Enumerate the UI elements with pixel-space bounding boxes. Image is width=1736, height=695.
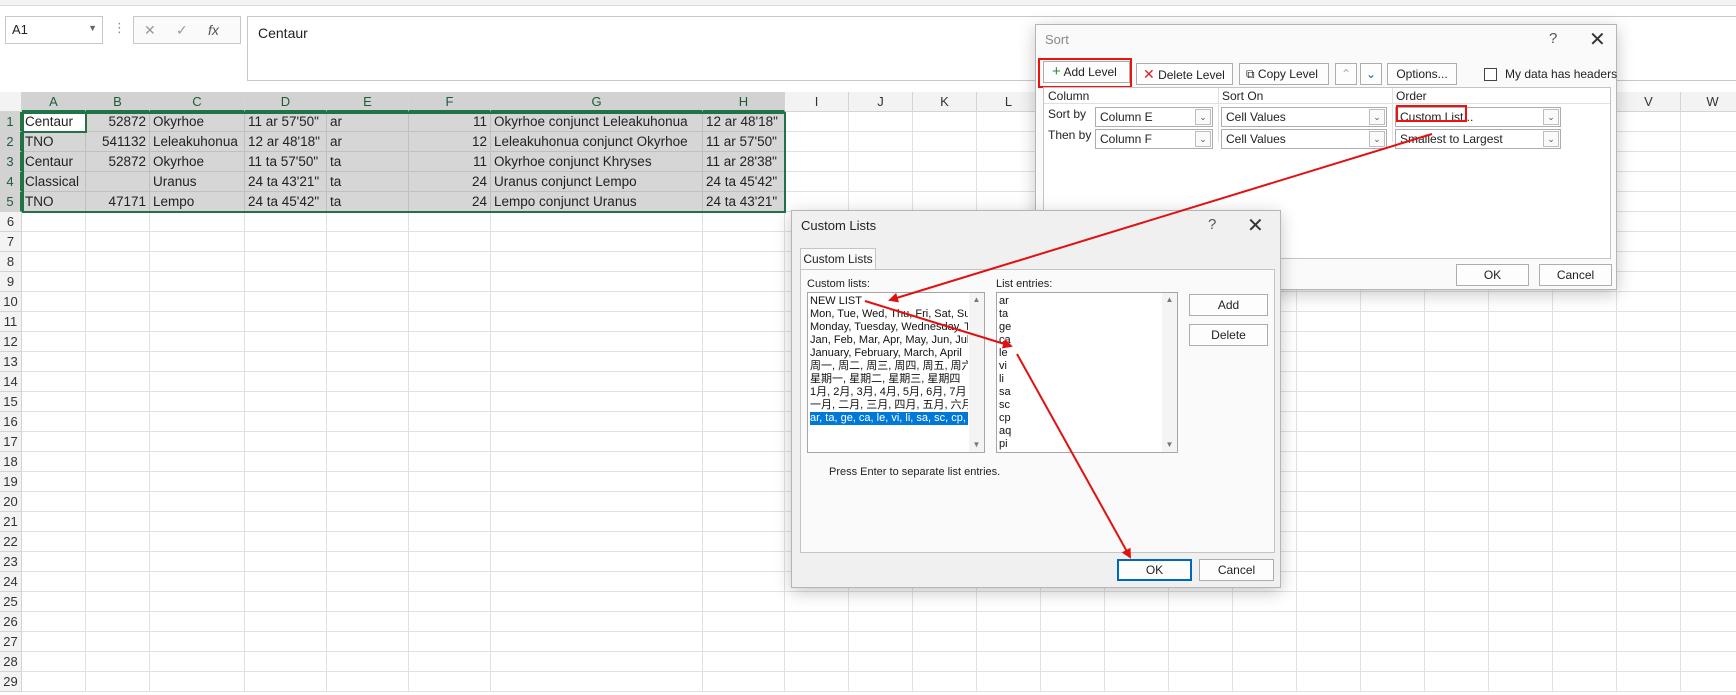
annotation-arrows bbox=[864, 133, 1433, 559]
arrow-line bbox=[864, 300, 1013, 349]
arrow-line bbox=[888, 133, 1433, 303]
arrow-line bbox=[1016, 353, 1131, 559]
